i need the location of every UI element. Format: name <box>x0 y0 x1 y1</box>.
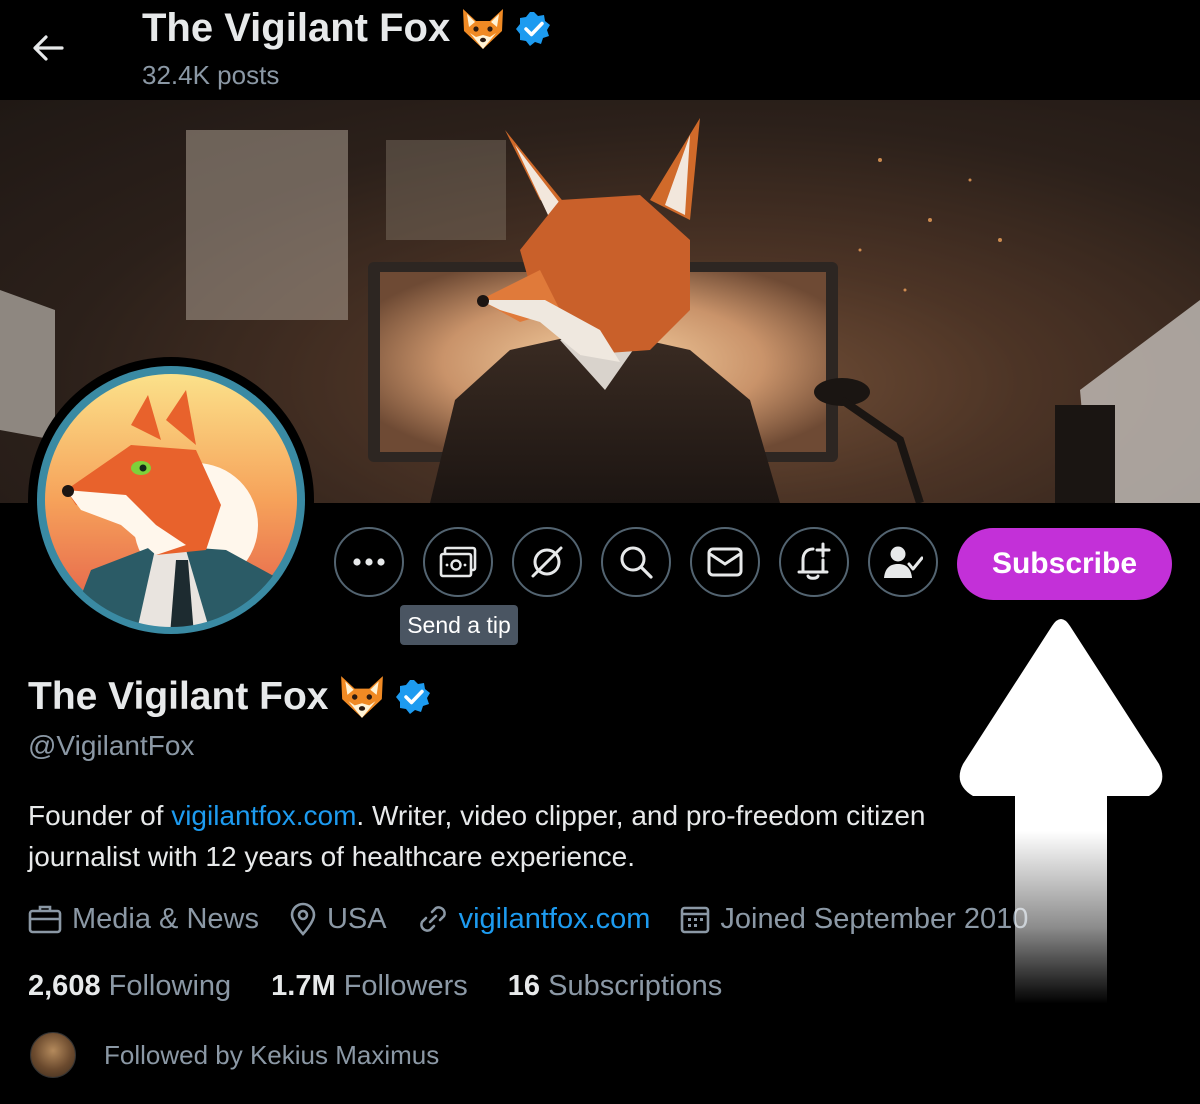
header-title: The Vigilant Fox <box>142 6 552 51</box>
followers-count: 1.7M <box>271 970 336 1002</box>
search-button[interactable] <box>601 527 671 597</box>
fox-emoji-icon <box>463 8 504 49</box>
subscriptions-label: Subscriptions <box>548 970 723 1002</box>
subscriptions-stat[interactable]: 16 Subscriptions <box>508 970 722 1003</box>
fox-emoji-icon <box>341 676 384 718</box>
category-item: Media & News <box>28 903 259 936</box>
joined-label: Joined September 2010 <box>720 902 1029 935</box>
verified-badge-icon[interactable] <box>396 679 432 715</box>
profile-name: The Vigilant Fox <box>28 675 329 718</box>
message-button[interactable] <box>690 527 760 597</box>
profile-bio: Founder of vigilantfox.com. Writer, vide… <box>28 795 1028 877</box>
category-label: Media & News <box>72 902 259 935</box>
followed-by-text: Followed by Kekius Maximus <box>104 1039 440 1070</box>
following-label: Following <box>108 970 232 1002</box>
link-icon <box>419 906 446 932</box>
calendar-icon <box>681 906 710 934</box>
website-link[interactable]: vigilantfox.com <box>459 903 651 936</box>
joined-item: Joined September 2010 <box>680 903 1028 936</box>
location-label: USA <box>326 902 387 935</box>
bio-prefix: Founder of <box>28 800 172 831</box>
profile-handle: @VigilantFox <box>28 730 195 761</box>
tip-money-icon <box>439 546 477 578</box>
grok-button[interactable] <box>512 527 582 597</box>
bio-website-link[interactable]: vigilantfox.com <box>171 800 356 831</box>
following-stat[interactable]: 2,608 Following <box>28 970 231 1003</box>
following-button[interactable] <box>868 527 938 597</box>
search-icon <box>620 546 653 579</box>
post-count: 32.4K posts <box>142 60 280 90</box>
followers-stat[interactable]: 1.7M Followers <box>271 970 468 1003</box>
following-user-icon <box>884 546 923 578</box>
location-item: USA <box>289 902 387 936</box>
subscribe-button[interactable]: Subscribe <box>957 528 1172 600</box>
profile-stats: 2,608 Following 1.7M Followers 16 Subscr… <box>28 970 762 1003</box>
more-button[interactable] <box>334 527 404 597</box>
following-count: 2,608 <box>28 970 101 1002</box>
followed-by-row[interactable]: Followed by Kekius Maximus <box>30 1032 439 1078</box>
header-name: The Vigilant Fox <box>142 6 451 50</box>
profile-avatar[interactable] <box>28 357 314 643</box>
briefcase-icon <box>28 905 62 934</box>
arrow-left-icon <box>33 35 64 61</box>
profile-name-row: The Vigilant Fox <box>28 674 432 720</box>
notifications-button[interactable] <box>779 527 849 597</box>
bell-plus-icon <box>797 542 831 580</box>
subscriptions-count: 16 <box>507 970 541 1002</box>
mail-icon <box>707 547 743 577</box>
location-pin-icon <box>290 902 316 936</box>
followers-label: Followers <box>343 970 468 1002</box>
website-item: vigilantfox.com <box>417 903 651 936</box>
back-button[interactable] <box>28 28 68 68</box>
profile-meta: Media & News USA vigilantfox.com Joined … <box>28 902 1058 936</box>
fox-avatar-image <box>37 366 305 634</box>
grok-icon <box>531 546 563 578</box>
verified-badge-icon <box>516 11 551 46</box>
send-tip-button[interactable] <box>423 527 493 597</box>
more-icon <box>353 558 385 566</box>
send-tip-tooltip: Send a tip <box>400 605 518 645</box>
follower-avatar[interactable] <box>30 1032 76 1078</box>
